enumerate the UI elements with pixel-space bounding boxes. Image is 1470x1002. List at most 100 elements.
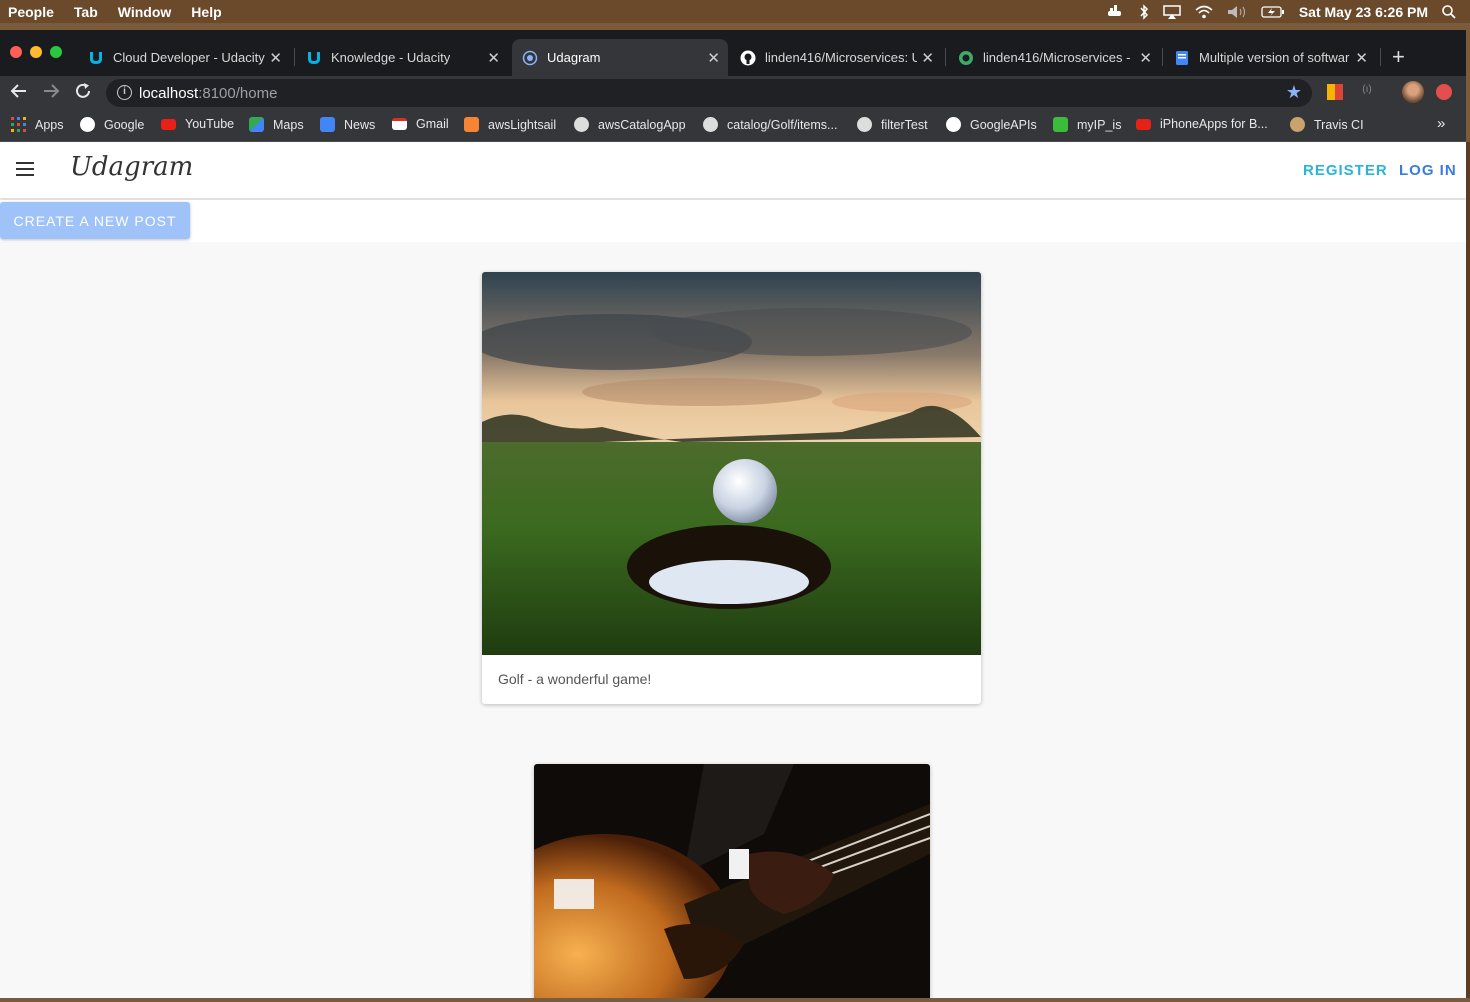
menu-help[interactable]: Help	[191, 4, 221, 20]
extension-icon[interactable]	[1327, 84, 1343, 100]
menu-people[interactable]: People	[8, 4, 54, 20]
tab-github-microservices[interactable]: linden416/Microservices: U ✕	[730, 39, 942, 76]
extension-icon[interactable]: (ı)	[1359, 84, 1375, 100]
tab-separator	[1162, 48, 1163, 66]
bookmark-myip[interactable]: myIP_is	[1053, 117, 1121, 132]
forward-arrow-icon[interactable]	[42, 82, 60, 105]
bookmark-awslightsail[interactable]: awsLightsail	[464, 117, 556, 132]
bookmark-label: awsCatalogApp	[598, 117, 686, 132]
bookmark-label: myIP_is	[1077, 117, 1122, 132]
bookmark-travisci[interactable]: Travis CI	[1290, 117, 1364, 132]
url-text: localhost:8100/home	[139, 85, 277, 102]
login-button[interactable]: LOG IN	[1399, 162, 1457, 179]
bookmark-label: Gmail	[416, 117, 449, 131]
bookmark-label: Google	[104, 117, 145, 132]
bookmark-filtertest[interactable]: filterTest	[857, 117, 928, 132]
minimize-window-button[interactable]	[30, 46, 42, 58]
gmail-icon	[392, 118, 407, 130]
new-tab-button[interactable]: +	[1392, 44, 1405, 70]
tab-label: Cloud Developer - Udacity	[113, 50, 265, 65]
zoom-window-button[interactable]	[50, 46, 62, 58]
menu-window[interactable]: Window	[118, 4, 172, 20]
tab-label: Multiple version of softwar	[1199, 50, 1350, 65]
window-edge	[1466, 142, 1470, 998]
close-icon[interactable]: ✕	[269, 49, 282, 67]
feed-item	[534, 764, 930, 998]
tab-travis-microservices[interactable]: linden416/Microservices - ✕	[948, 39, 1160, 76]
create-post-button[interactable]: CREATE A NEW POST	[0, 202, 190, 239]
register-button[interactable]: REGISTER	[1303, 162, 1388, 179]
app-header: Udagram REGISTER LOG IN	[0, 142, 1466, 199]
menu-tab[interactable]: Tab	[74, 4, 98, 20]
bookmark-youtube[interactable]: YouTube	[161, 117, 234, 131]
browser-chrome: Cloud Developer - Udacity ✕ Knowledge - …	[0, 30, 1466, 142]
bookmark-googleapis[interactable]: GoogleAPIs	[946, 117, 1037, 132]
bookmark-news[interactable]: News	[320, 117, 375, 132]
close-window-button[interactable]	[10, 46, 22, 58]
bookmark-label: Travis CI	[1314, 117, 1364, 132]
youtube-icon	[161, 118, 176, 130]
apps-grid-icon	[11, 117, 26, 132]
avatar[interactable]	[1402, 81, 1424, 103]
close-icon[interactable]: ✕	[921, 49, 934, 67]
action-bar: CREATE A NEW POST	[0, 200, 1466, 242]
bookmark-iphoneapps[interactable]: iPhoneApps for B...	[1136, 117, 1268, 131]
globe-icon	[574, 117, 589, 132]
bookmarks-overflow-button[interactable]: »	[1437, 115, 1445, 132]
bookmark-label: News	[344, 117, 376, 132]
close-icon[interactable]: ✕	[487, 49, 500, 67]
post-caption: Golf - a wonderful game!	[498, 671, 652, 687]
tab-separator	[1380, 48, 1381, 66]
bookmark-label: GoogleAPIs	[970, 117, 1037, 132]
bookmark-awscatalogapp[interactable]: awsCatalogApp	[574, 117, 686, 132]
close-icon[interactable]: ✕	[707, 49, 720, 67]
bookmark-google[interactable]: Google	[80, 117, 144, 132]
url-host: localhost	[139, 85, 199, 102]
bookmark-label: Apps	[35, 117, 64, 132]
tab-multiple-version[interactable]: Multiple version of softwar ✕	[1164, 39, 1376, 76]
bookmark-catalog-golf[interactable]: catalog/Golf/items...	[703, 117, 837, 132]
tab-udagram[interactable]: Udagram ✕	[512, 39, 728, 76]
address-bar[interactable]: i localhost:8100/home ★	[106, 79, 1312, 107]
bookmark-maps[interactable]: Maps	[249, 117, 304, 132]
tab-label: Udagram	[547, 50, 601, 65]
spotlight-search-icon[interactable]	[1442, 4, 1456, 19]
aws-cube-icon	[464, 117, 479, 132]
battery-icon[interactable]	[1261, 5, 1285, 18]
bookmark-gmail[interactable]: Gmail	[392, 117, 449, 131]
post-image-guitar[interactable]	[534, 764, 930, 998]
close-icon[interactable]: ✕	[1355, 49, 1368, 67]
volume-icon[interactable]	[1227, 5, 1247, 19]
bookmark-label: Maps	[273, 117, 304, 132]
tab-separator	[294, 48, 295, 66]
tab-strip: Cloud Developer - Udacity ✕ Knowledge - …	[0, 30, 1466, 76]
travis-mascot-icon	[1290, 117, 1305, 132]
bookmark-star-icon[interactable]: ★	[1286, 82, 1302, 103]
hamburger-menu-icon[interactable]	[16, 162, 34, 176]
chrome-loading-icon	[522, 50, 538, 66]
reload-icon[interactable]	[74, 82, 92, 105]
mac-menu-bar: People Tab Window Help Sat May 23 6:26 P…	[0, 0, 1470, 23]
bookmarks-bar: Apps Google YouTube Maps News Gmail awsL…	[0, 110, 1466, 142]
airplay-icon[interactable]	[1163, 4, 1181, 19]
site-info-icon[interactable]: i	[117, 85, 132, 100]
tab-knowledge[interactable]: Knowledge - Udacity ✕	[296, 39, 508, 76]
tab-cloud-developer[interactable]: Cloud Developer - Udacity ✕	[78, 39, 290, 76]
feed-item: Golf - a wonderful game!	[482, 272, 981, 704]
bookmark-label: filterTest	[881, 117, 928, 132]
globe-icon	[857, 117, 872, 132]
github-icon	[740, 50, 756, 66]
close-icon[interactable]: ✕	[1139, 49, 1152, 67]
wifi-icon[interactable]	[1195, 5, 1213, 19]
docker-icon[interactable]	[1107, 4, 1125, 19]
doc-icon	[1174, 50, 1190, 66]
back-arrow-icon[interactable]	[10, 82, 28, 105]
post-image-golf[interactable]	[482, 272, 981, 655]
checkmark-icon	[1053, 117, 1068, 132]
browser-toolbar: i localhost:8100/home ★ (ı)	[0, 76, 1466, 110]
bookmark-apps[interactable]: Apps	[11, 117, 64, 132]
brand-logo[interactable]: Udagram	[70, 152, 193, 182]
bluetooth-icon[interactable]	[1139, 3, 1149, 20]
clock[interactable]: Sat May 23 6:26 PM	[1299, 4, 1428, 20]
update-icon[interactable]	[1436, 84, 1452, 100]
